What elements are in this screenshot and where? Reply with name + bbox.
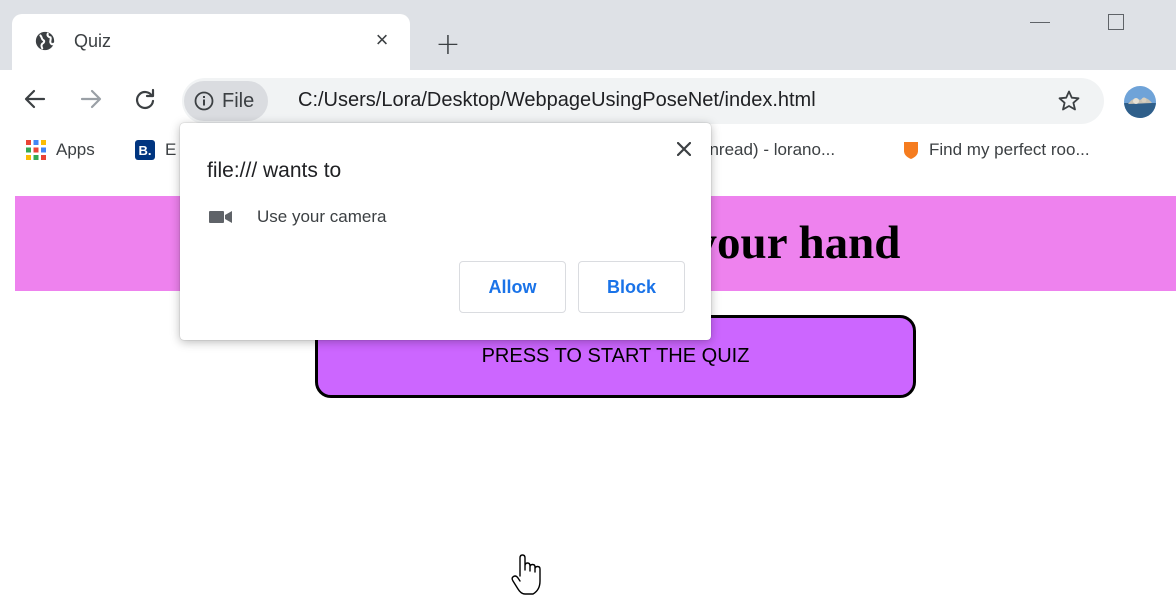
url-text[interactable]: C:/Users/Lora/Desktop/WebpageUsingPoseNe… [298, 89, 816, 112]
forward-button[interactable] [76, 84, 106, 114]
minimize-button[interactable] [1030, 22, 1050, 23]
block-button[interactable]: Block [578, 261, 685, 313]
info-icon [194, 91, 214, 111]
bookmark-label: unread) - lorano... [700, 140, 836, 159]
tab-close-button[interactable]: × [368, 26, 396, 54]
new-tab-button[interactable]: + [432, 27, 464, 62]
back-arrow-icon [24, 89, 46, 109]
site-chip-label: File [222, 89, 255, 112]
camera-icon [209, 211, 232, 223]
reload-button[interactable] [130, 84, 160, 114]
profile-avatar[interactable] [1124, 86, 1156, 118]
tab-title: Quiz [74, 31, 112, 51]
allow-button[interactable]: Allow [459, 261, 566, 313]
dialog-close-button[interactable] [672, 137, 696, 161]
back-button[interactable] [20, 84, 50, 114]
browser-toolbar: File C:/Users/Lora/Desktop/WebpageUsingP… [0, 70, 1176, 128]
bookmark-apps[interactable]: Apps [26, 138, 95, 162]
reload-icon [135, 88, 155, 110]
tab-strip: Quiz × + [0, 0, 1176, 70]
bookmark-mail[interactable]: unread) - lorano... [700, 138, 835, 162]
bookmark-label: E [165, 140, 177, 159]
apps-grid-icon [26, 140, 46, 160]
maximize-button[interactable] [1108, 14, 1124, 30]
bookmark-label: Apps [56, 140, 95, 159]
camera-permission-dialog: file:/// wants to Use your camera Allow … [180, 123, 711, 340]
dialog-title: file:/// wants to [207, 159, 342, 182]
close-icon [677, 142, 691, 156]
tab-quiz[interactable]: Quiz × [12, 14, 410, 70]
permission-text: Use your camera [257, 207, 387, 226]
forward-arrow-icon [80, 89, 102, 109]
site-info-chip[interactable]: File [184, 81, 269, 121]
address-bar[interactable]: File C:/Users/Lora/Desktop/WebpageUsingP… [182, 78, 1104, 124]
shield-icon [904, 142, 918, 159]
bookmark-find-room[interactable]: Find my perfect roo... [903, 138, 1090, 162]
globe-icon [35, 31, 55, 51]
hand-cursor-icon [511, 554, 541, 595]
bookmark-label: Find my perfect roo... [929, 140, 1090, 159]
avatar-icon [1124, 86, 1156, 118]
star-icon [1058, 90, 1080, 111]
booking-icon: B. [135, 140, 155, 160]
browser-window: Quiz × + File C:/Users/Lora/Desktop/Webp… [0, 0, 1176, 595]
bookmark-booking[interactable]: B. E [135, 138, 176, 162]
bookmark-star-button[interactable] [1054, 86, 1084, 116]
